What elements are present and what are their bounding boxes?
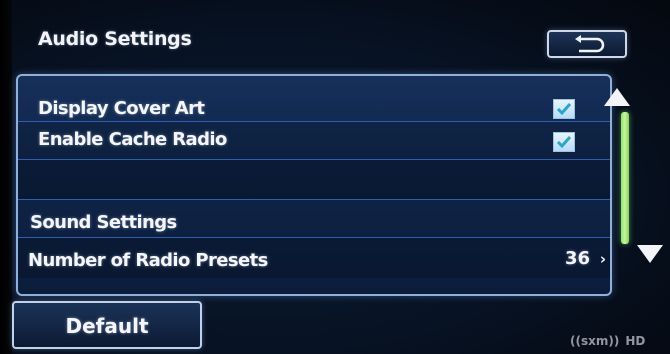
radio-logos: ((sxm)) HD: [570, 334, 645, 348]
hd-radio-logo: HD: [625, 334, 646, 348]
setting-row-enable-cache-radio[interactable]: Enable Cache Radio: [18, 122, 610, 160]
chevron-right-icon: ›: [599, 250, 606, 268]
audio-settings-screen: Audio Settings Display Cover Art Enable …: [0, 0, 670, 354]
back-return-icon: [575, 35, 605, 53]
radio-presets-value: 36: [564, 248, 590, 269]
settings-list: Display Cover Art Enable Cache Radio Sou…: [16, 74, 612, 296]
default-button-label: Default: [65, 314, 149, 338]
checkmark-icon: [556, 103, 572, 116]
display-cover-art-checkbox[interactable]: [553, 99, 575, 119]
page-title: Audio Settings: [38, 28, 192, 50]
default-button[interactable]: Default: [12, 301, 202, 349]
setting-label: Number of Radio Presets: [28, 250, 268, 271]
setting-label: Enable Cache Radio: [38, 129, 227, 150]
setting-row-display-cover-art[interactable]: Display Cover Art: [18, 84, 610, 122]
setting-label: Display Cover Art: [38, 98, 205, 119]
setting-row-number-of-radio-presets[interactable]: Number of Radio Presets 36 ›: [18, 238, 610, 278]
enable-cache-radio-checkbox[interactable]: [553, 132, 575, 152]
setting-row-empty: [18, 160, 610, 200]
screen-bezel: [0, 0, 12, 354]
setting-label: Sound Settings: [30, 212, 177, 233]
sxm-logo: ((sxm)): [570, 334, 620, 348]
scrollbar-thumb[interactable]: [621, 112, 629, 244]
scroll-up-arrow-icon[interactable]: [604, 88, 630, 106]
scroll-down-arrow-icon[interactable]: [637, 245, 663, 263]
back-button[interactable]: [547, 30, 627, 58]
checkmark-icon: [556, 136, 572, 149]
setting-row-sound-settings[interactable]: Sound Settings: [18, 200, 610, 238]
